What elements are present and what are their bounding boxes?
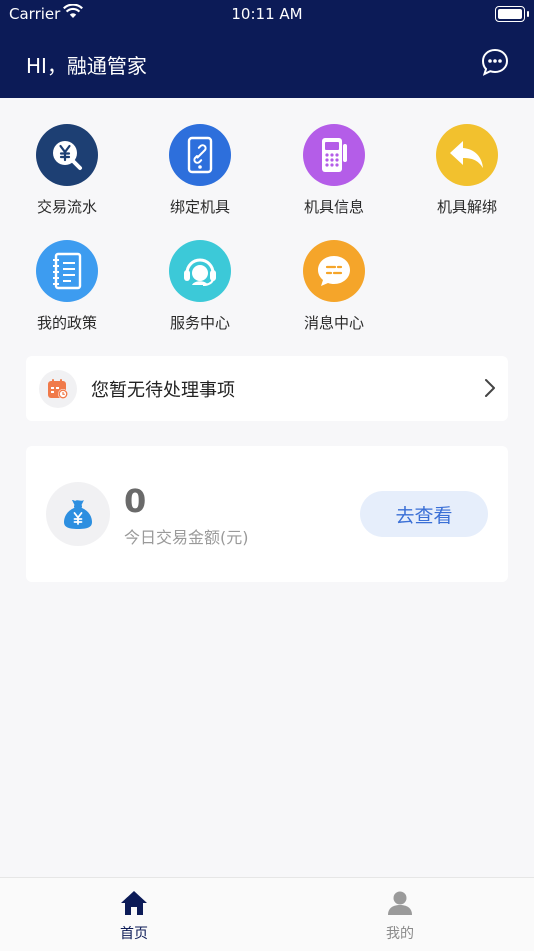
menu-label: 我的政策	[36, 314, 97, 332]
menu-label: 交易流水	[36, 198, 97, 216]
status-bar: Carrier 10:11 AM	[0, 0, 534, 30]
battery-icon	[495, 6, 529, 22]
pending-tasks-text: 您暂无待处理事项	[91, 380, 235, 401]
menu-label: 绑定机具	[169, 198, 230, 216]
clock: 10:11 AM	[231, 5, 303, 23]
chevron-right-icon	[485, 379, 495, 397]
menu-device-info[interactable]: 机具信息	[284, 124, 384, 217]
today-amount-value: 0	[124, 482, 147, 520]
menu-unbind-device[interactable]: 机具解绑	[417, 124, 517, 217]
menu-label: 机具信息	[303, 198, 364, 216]
headset-icon	[169, 240, 231, 302]
tab-profile-label: 我的	[386, 926, 414, 942]
yen-search-icon	[36, 124, 98, 186]
app-header: Carrier 10:11 AM HI，融通管家	[0, 0, 534, 98]
money-bag-icon	[46, 482, 110, 546]
tab-profile[interactable]: 我的	[350, 890, 450, 943]
menu-label: 服务中心	[169, 314, 230, 332]
pos-terminal-icon	[303, 124, 365, 186]
chat-bubble-icon	[303, 240, 365, 302]
menu-label: 消息中心	[303, 314, 364, 332]
today-summary-card: 0 今日交易金额(元) 去查看	[26, 446, 508, 582]
view-details-button[interactable]: 去查看	[360, 491, 488, 537]
menu-service[interactable]: 服务中心	[150, 240, 250, 333]
menu-policy[interactable]: 我的政策	[17, 240, 117, 333]
greeting-title: HI，融通管家	[26, 54, 147, 78]
chat-bubble-icon[interactable]	[481, 48, 509, 76]
today-amount-label: 今日交易金额(元)	[124, 528, 249, 547]
calendar-icon	[39, 370, 77, 408]
phone-link-icon	[169, 124, 231, 186]
home-icon	[121, 891, 147, 915]
user-icon	[388, 891, 412, 915]
tab-bar: 首页 我的	[0, 877, 534, 951]
notebook-icon	[36, 240, 98, 302]
undo-arrow-icon	[436, 124, 498, 186]
menu-bind-device[interactable]: 绑定机具	[150, 124, 250, 217]
pending-tasks-row[interactable]: 您暂无待处理事项	[26, 356, 508, 421]
tab-home[interactable]: 首页	[84, 890, 184, 943]
menu-label: 机具解绑	[436, 198, 497, 216]
menu-messages[interactable]: 消息中心	[284, 240, 384, 333]
tab-home-label: 首页	[120, 926, 148, 942]
menu-transactions[interactable]: 交易流水	[17, 124, 117, 217]
